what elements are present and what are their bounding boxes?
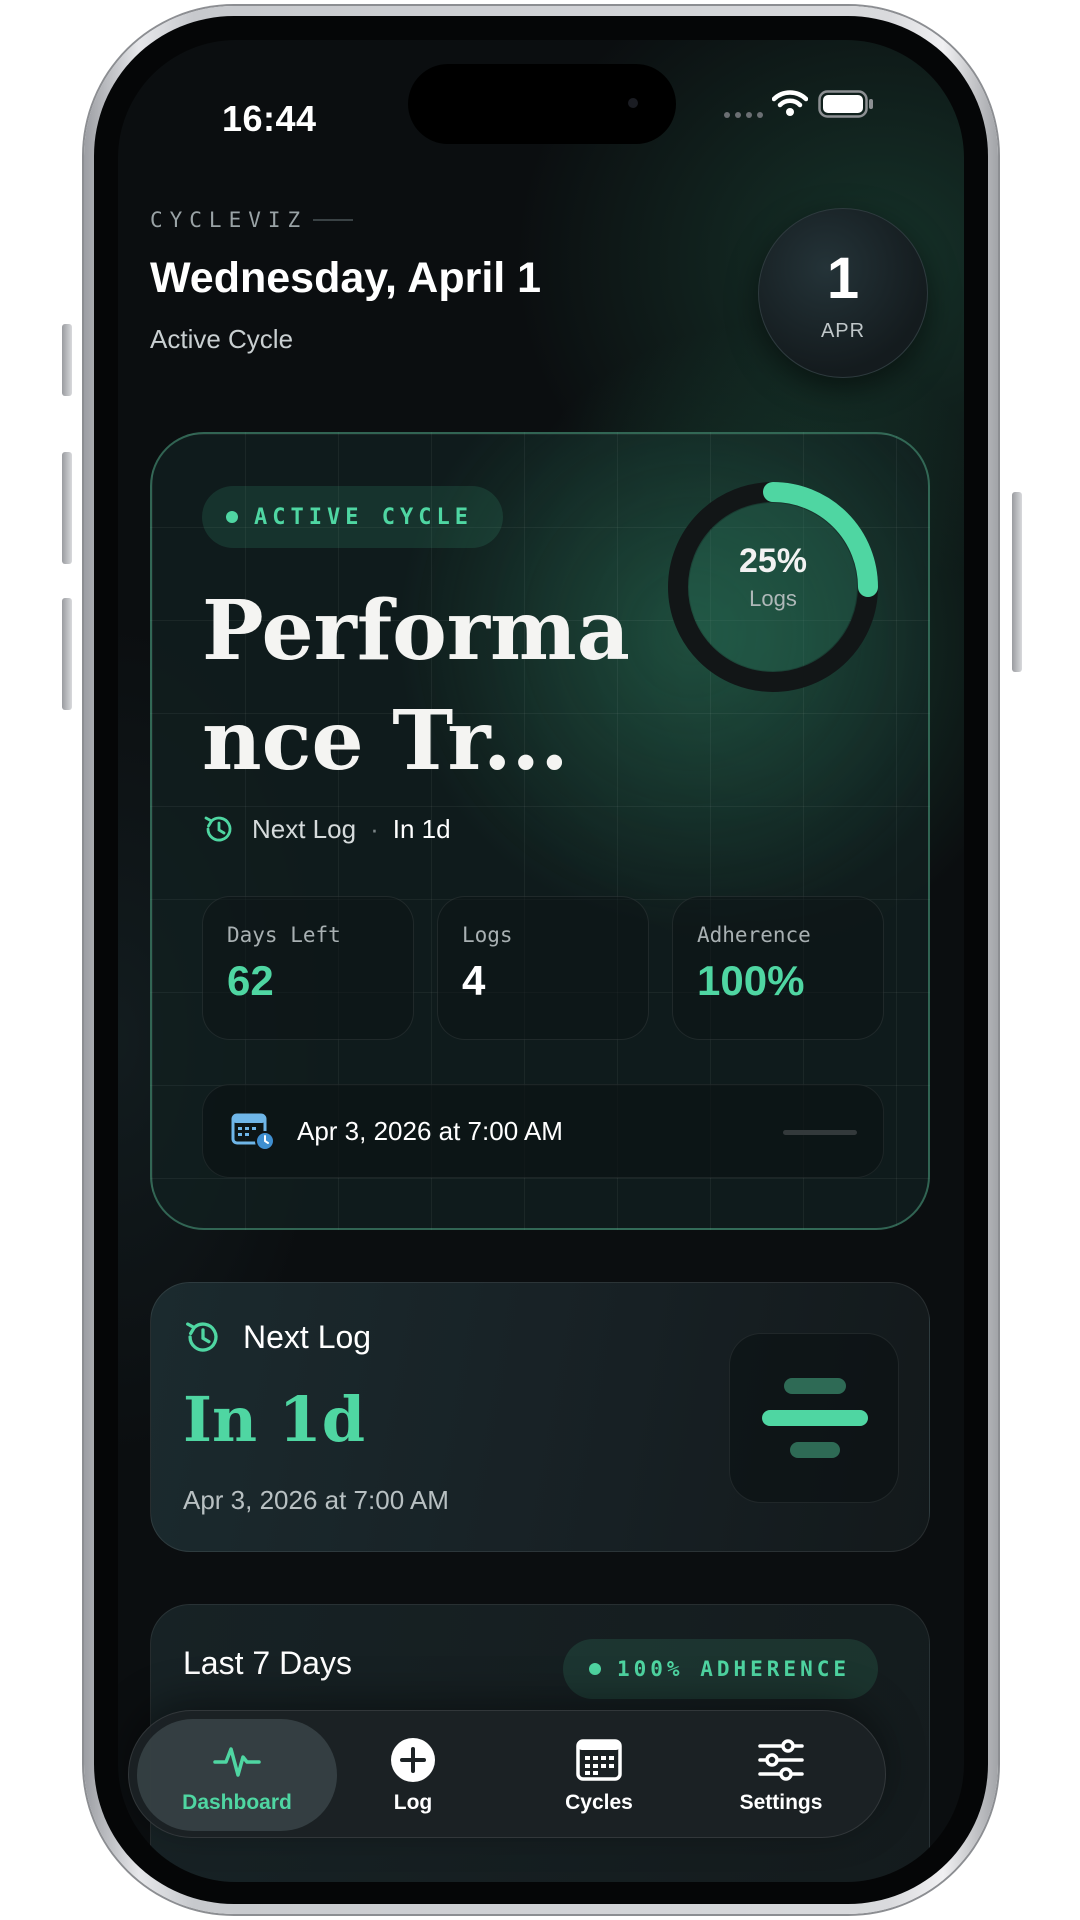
history-clock-icon <box>186 1322 218 1352</box>
stat-value: 100% <box>697 957 805 1004</box>
brand-row: CYCLEVIZ <box>150 208 354 232</box>
app-brand: CYCLEVIZ <box>150 208 308 232</box>
schedule-row[interactable]: Apr 3, 2026 at 7:00 AM <box>202 1084 884 1178</box>
stat-logs: Logs 4 <box>437 896 649 1040</box>
tab-label: Cycles <box>565 1791 633 1814</box>
date-badge-day: 1 <box>826 245 860 311</box>
log-summary-tile <box>729 1333 899 1503</box>
tab-cycles[interactable]: Cycles <box>511 1719 687 1831</box>
tab-log[interactable]: Log <box>325 1719 501 1831</box>
status-dot <box>589 1663 601 1675</box>
separator-dot: · <box>370 813 379 844</box>
stat-value: 4 <box>462 957 486 1004</box>
tab-settings[interactable]: Settings <box>693 1719 869 1831</box>
drag-handle <box>783 1130 857 1135</box>
pulse-icon <box>213 1747 261 1777</box>
tab-label: Settings <box>739 1791 823 1814</box>
lines-icon <box>762 1378 868 1458</box>
volume-down-button <box>62 598 72 710</box>
power-button <box>1012 492 1022 672</box>
next-log-card[interactable]: Next Log In 1d Apr 3, 2026 at 7:00 AM <box>150 1282 930 1552</box>
progress-label: Logs <box>749 586 797 611</box>
active-cycle-pill: ACTIVE CYCLE <box>202 486 503 548</box>
stat-label: Adherence <box>697 923 811 947</box>
status-time: 16:44 <box>222 98 317 139</box>
volume-up-button <box>62 452 72 564</box>
app-screen: 16:44 CYCLEVIZ Wednesday, April 1 Active… <box>118 40 964 1882</box>
action-button <box>62 324 72 396</box>
tab-label: Dashboard <box>182 1791 292 1814</box>
tab-dashboard[interactable]: Dashboard <box>137 1719 337 1831</box>
stat-value: 62 <box>227 957 274 1004</box>
dynamic-island <box>408 64 676 144</box>
next-log-header: Next Log <box>183 1317 371 1357</box>
cellular-signal-icon <box>724 112 763 118</box>
wifi-icon <box>772 90 808 116</box>
next-log-date: Apr 3, 2026 at 7:00 AM <box>183 1485 449 1515</box>
stat-days-left: Days Left 62 <box>202 896 414 1040</box>
adherence-badge-label: 100% ADHERENCE <box>617 1657 851 1681</box>
next-log-value: In 1d <box>392 813 451 844</box>
page-title: Wednesday, April 1 <box>150 254 542 302</box>
active-cycle-pill-label: ACTIVE CYCLE <box>254 504 473 530</box>
next-log-label: Next Log <box>252 813 357 844</box>
next-log-countdown: In 1d <box>183 1383 366 1456</box>
date-badge[interactable]: 1 APR <box>758 208 928 378</box>
adherence-badge: 100% ADHERENCE <box>563 1639 879 1699</box>
calendar-icon <box>576 1739 622 1781</box>
plus-circle-icon <box>391 1738 435 1782</box>
last-7-days-title: Last 7 Days <box>183 1645 352 1681</box>
stat-label: Logs <box>462 923 513 947</box>
status-dot <box>226 511 238 523</box>
progress-percent: 25% <box>738 542 808 580</box>
date-badge-month: APR <box>820 319 866 342</box>
history-clock-icon <box>204 816 232 842</box>
tab-label: Log <box>393 1791 433 1814</box>
brand-divider <box>313 219 354 221</box>
active-cycle-card[interactable]: ACTIVE CYCLE Performance Tr... 25% Logs … <box>150 432 930 1230</box>
calendar-clock-icon <box>231 1113 275 1151</box>
sliders-icon <box>758 1739 804 1781</box>
tab-bar: Dashboard Log Cycles Settings <box>128 1710 886 1838</box>
stat-adherence: Adherence 100% <box>672 896 884 1040</box>
schedule-datetime: Apr 3, 2026 at 7:00 AM <box>297 1115 563 1146</box>
next-log-card-label: Next Log <box>243 1318 372 1355</box>
camera-icon <box>628 98 638 108</box>
page-subtitle: Active Cycle <box>150 324 294 354</box>
stat-label: Days Left <box>227 923 341 947</box>
battery-icon <box>818 90 873 118</box>
cycle-title: Performance Tr... <box>202 583 630 789</box>
next-log-row: Next Log · In 1d <box>202 812 451 846</box>
